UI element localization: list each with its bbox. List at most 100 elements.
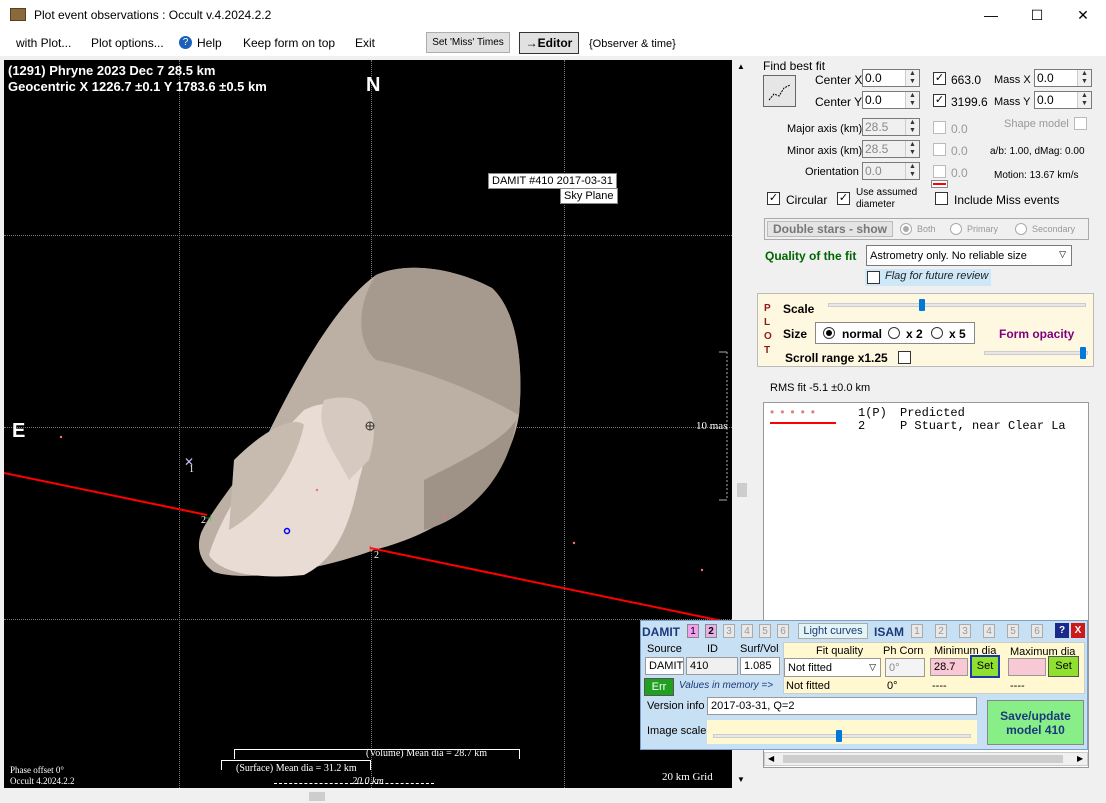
major-fix-checkbox[interactable] xyxy=(933,121,946,134)
menu-with-plot[interactable]: with Plot... xyxy=(16,36,71,50)
spin-icon[interactable]: ▲ ▼ xyxy=(1077,70,1091,86)
mass-x-input[interactable]: 0.0 ▲ ▼ xyxy=(1034,69,1092,87)
secondary-radio[interactable] xyxy=(1015,223,1027,235)
spin-icon[interactable]: ▲ ▼ xyxy=(905,92,919,108)
minor-value: 0.0 xyxy=(951,144,968,158)
plot-horizontal-scrollbar[interactable] xyxy=(4,789,732,803)
shape-model-checkbox[interactable] xyxy=(1074,117,1087,130)
scroll-thumb[interactable] xyxy=(309,792,325,801)
center-y-label: Center Y xyxy=(815,95,863,109)
id-field[interactable]: 410 xyxy=(686,657,738,675)
size-x5-radio[interactable] xyxy=(931,327,943,339)
light-curves-button[interactable]: Light curves xyxy=(798,623,868,639)
flag-review-checkbox[interactable] xyxy=(867,271,880,284)
minor-fix-checkbox[interactable] xyxy=(933,143,946,156)
form-opacity-slider-thumb[interactable] xyxy=(1080,347,1087,359)
find-best-fit-button[interactable] xyxy=(763,75,796,107)
editor-button[interactable]: →Editor xyxy=(519,32,579,54)
surf-vol-field[interactable]: 1.085 xyxy=(740,657,780,675)
spin-icon[interactable]: ▲ ▼ xyxy=(905,163,919,179)
size-x2-radio[interactable] xyxy=(888,327,900,339)
major-value: 0.0 xyxy=(951,122,968,136)
quality-select[interactable]: Astrometry only. No reliable size ▽ xyxy=(866,245,1072,266)
isam-model-3[interactable]: 3 xyxy=(959,624,971,638)
scroll-right-icon[interactable]: ▶ xyxy=(1077,754,1083,763)
scale-label: Scale xyxy=(783,302,815,316)
scroll-up-icon[interactable]: ▲ xyxy=(737,62,745,71)
scroll-thumb[interactable] xyxy=(737,483,747,497)
plot-letter-l: L xyxy=(764,317,771,328)
center-x-input[interactable]: 0.0 ▲ ▼ xyxy=(862,69,920,87)
include-miss-label: Include Miss events xyxy=(954,193,1060,207)
save-update-model-button[interactable]: Save/update model 410 xyxy=(987,700,1084,745)
plot-letter-p: P xyxy=(764,303,771,314)
menu-plot-options[interactable]: Plot options... xyxy=(91,36,164,50)
isam-model-2[interactable]: 2 xyxy=(935,624,947,638)
size-normal-radio[interactable] xyxy=(823,327,835,339)
version-info-field[interactable]: 2017-03-31, Q=2 xyxy=(707,697,977,715)
close-icon[interactable]: X xyxy=(1071,623,1085,638)
event-plot[interactable]: ✕ ⊣ ⊢ (1291) Phryne 2023 Dec 7 28.5 km G… xyxy=(4,60,732,788)
scroll-range-checkbox[interactable] xyxy=(898,351,911,364)
primary-label: Primary xyxy=(967,224,998,234)
set-miss-times-button[interactable]: Set 'Miss' Times xyxy=(426,32,510,53)
menu-exit[interactable]: Exit xyxy=(355,36,375,50)
spin-icon[interactable]: ▲ ▼ xyxy=(905,70,919,86)
center-y-input[interactable]: 0.0 ▲ ▼ xyxy=(862,91,920,109)
spin-icon[interactable]: ▲ ▼ xyxy=(905,141,919,157)
set-min-button[interactable]: Set xyxy=(970,655,1000,678)
scroll-thumb[interactable] xyxy=(783,755,1063,763)
damit-model-2[interactable]: 2 xyxy=(705,624,717,638)
source-field[interactable]: DAMIT xyxy=(645,657,684,675)
form-opacity-slider[interactable] xyxy=(984,351,1088,355)
err-button[interactable]: Err xyxy=(644,678,674,696)
circular-checkbox[interactable]: ✓ xyxy=(767,192,780,205)
minimize-button[interactable]: — xyxy=(968,0,1014,30)
close-button[interactable]: ✕ xyxy=(1060,0,1106,30)
min-dia-field[interactable]: 28.7 xyxy=(930,658,968,676)
isam-model-5[interactable]: 5 xyxy=(1007,624,1019,638)
isam-model-6[interactable]: 6 xyxy=(1031,624,1043,638)
plot-letter-t: T xyxy=(764,345,771,356)
help-icon[interactable]: ? xyxy=(1055,623,1069,638)
damit-model-5[interactable]: 5 xyxy=(759,624,771,638)
fix-x-checkbox[interactable]: ✓ xyxy=(933,72,946,85)
orientation-fix-checkbox[interactable] xyxy=(933,165,946,178)
spin-icon[interactable]: ▲ ▼ xyxy=(905,119,919,135)
ph-corn-memory: 0° xyxy=(887,680,898,692)
mass-y-input[interactable]: 0.0 ▲ ▼ xyxy=(1034,91,1092,109)
scroll-down-icon[interactable]: ▼ xyxy=(737,775,745,784)
scroll-left-icon[interactable]: ◀ xyxy=(768,754,774,763)
spin-icon[interactable]: ▲ ▼ xyxy=(1077,92,1091,108)
legend-horizontal-scrollbar[interactable]: ◀ ▶ xyxy=(764,752,1088,766)
scale-slider-thumb[interactable] xyxy=(918,299,925,311)
set-max-button[interactable]: Set xyxy=(1048,656,1079,677)
isam-model-1[interactable]: 1 xyxy=(911,624,923,638)
fit-quality-select[interactable]: Not fitted ▽ xyxy=(784,658,881,677)
double-stars-button[interactable]: Double stars - show xyxy=(767,221,893,237)
chord-color-icon[interactable] xyxy=(931,180,948,188)
isam-model-4[interactable]: 4 xyxy=(983,624,995,638)
help-icon[interactable]: ? xyxy=(179,36,192,49)
max-dia-field[interactable] xyxy=(1008,658,1046,676)
menu-keep-on-top[interactable]: Keep form on top xyxy=(243,36,335,50)
minor-axis-input[interactable]: 28.5 ▲ ▼ xyxy=(862,140,920,158)
menu-help[interactable]: Help xyxy=(197,36,222,50)
major-axis-input[interactable]: 28.5 ▲ ▼ xyxy=(862,118,920,136)
damit-model-3[interactable]: 3 xyxy=(723,624,735,638)
damit-model-1[interactable]: 1 xyxy=(687,624,699,638)
scale-slider[interactable] xyxy=(828,303,1086,307)
image-scale-slider-thumb[interactable] xyxy=(836,730,843,742)
both-radio[interactable] xyxy=(900,223,912,235)
double-stars-group: Double stars - show Both Primary Seconda… xyxy=(764,218,1089,240)
plot-version: Occult 4.2024.2.2 xyxy=(10,776,75,786)
ph-corn-field[interactable]: 0° xyxy=(885,658,925,677)
damit-model-4[interactable]: 4 xyxy=(741,624,753,638)
orientation-input[interactable]: 0.0 ▲ ▼ xyxy=(862,162,920,180)
use-assumed-checkbox[interactable]: ✓ xyxy=(837,192,850,205)
maximize-button[interactable]: ☐ xyxy=(1014,0,1060,30)
damit-model-6[interactable]: 6 xyxy=(777,624,789,638)
fix-y-checkbox[interactable]: ✓ xyxy=(933,94,946,107)
primary-radio[interactable] xyxy=(950,223,962,235)
include-miss-checkbox[interactable] xyxy=(935,192,948,205)
